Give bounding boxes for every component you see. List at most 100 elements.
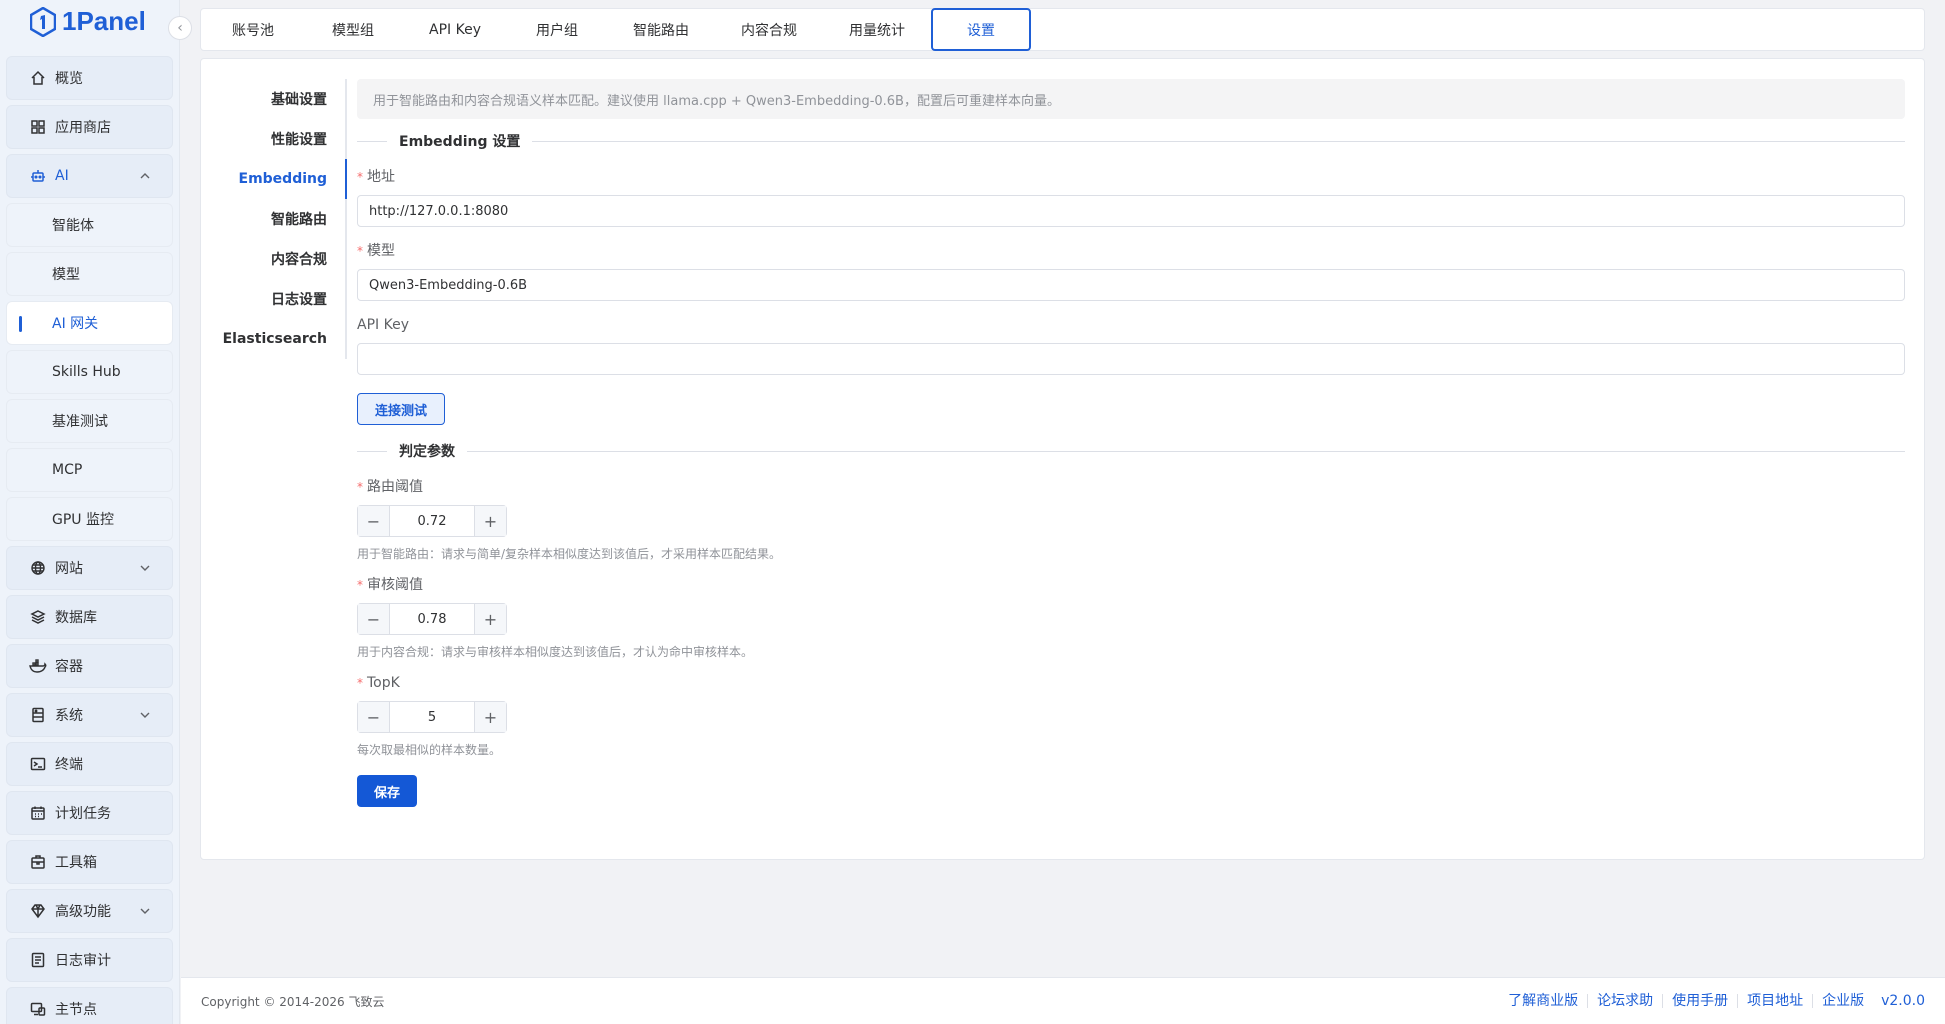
decrease-button[interactable]: − xyxy=(358,506,390,536)
model-label: * 模型 xyxy=(357,243,395,259)
subnav-item-3[interactable]: 智能路由 xyxy=(201,199,345,239)
sidebar-item-18[interactable]: 日志审计 xyxy=(6,938,173,982)
calendar-icon xyxy=(29,804,47,822)
sidebar-menu: 概览应用商店 AI 智能体模型 AI 网关 Skills Hub 基准测试 MCP GPU 监… xyxy=(6,56,173,1024)
subnav-item-6[interactable]: Elasticsearch xyxy=(201,319,345,359)
sidebar-item-19[interactable]: 主节点 xyxy=(6,987,173,1024)
footer: Copyright © 2014-2026 飞致云 了解商业版 论坛求助 使用手… xyxy=(181,977,1945,1024)
globe-icon xyxy=(29,559,47,577)
tab-7[interactable]: 设置 xyxy=(930,8,1031,51)
brand-logo[interactable]: 1Panel xyxy=(30,6,146,37)
chevron-down-icon xyxy=(140,712,150,718)
sidebar-item-10[interactable]: 网站 xyxy=(6,546,173,590)
top-tabs: 账号池 模型组 API Key 用户组 智能路由 内容合规 用量统计 设置 xyxy=(200,8,1925,51)
sidebar-item-11[interactable]: 数据库 xyxy=(6,595,173,639)
sidebar-item-14[interactable]: 终端 xyxy=(6,742,173,786)
audit-threshold-help: 用于内容合规：请求与审核样本相似度达到该值后，才认为命中审核样本。 xyxy=(357,645,754,659)
tab-4[interactable]: 智能路由 xyxy=(607,8,715,51)
sidebar-item-5[interactable]: AI 网关 xyxy=(6,301,173,345)
tab-1[interactable]: 模型组 xyxy=(303,8,403,51)
sidebar-item-12[interactable]: 容器 xyxy=(6,644,173,688)
server-icon xyxy=(29,706,47,724)
chevron-up-icon xyxy=(140,173,150,179)
audit-threshold-value[interactable]: 0.78 xyxy=(390,612,474,627)
chevron-down-icon xyxy=(140,908,150,914)
footer-link[interactable]: 企业版 xyxy=(1812,994,1873,1008)
address-input[interactable]: http://127.0.0.1:8080 xyxy=(357,195,1905,227)
sidebar-item-13[interactable]: 系统 xyxy=(6,693,173,737)
sidebar-item-3[interactable]: 智能体 xyxy=(6,203,173,247)
sidebar-item-4[interactable]: 模型 xyxy=(6,252,173,296)
sidebar-item-label: GPU 监控 xyxy=(52,512,114,528)
sidebar-item-1[interactable]: 应用商店 xyxy=(6,105,173,149)
footer-link[interactable]: 使用手册 xyxy=(1662,994,1737,1008)
sidebar-item-6[interactable]: Skills Hub xyxy=(6,350,173,394)
audit-threshold-stepper: − 0.78 + xyxy=(357,603,507,635)
required-mark: * xyxy=(357,244,363,258)
audit-threshold-label: * 审核阈值 xyxy=(357,577,423,593)
collapse-sidebar-button[interactable]: ‹ xyxy=(168,16,192,40)
sidebar-item-0[interactable]: 概览 xyxy=(6,56,173,100)
sidebar-item-label: 系统 xyxy=(55,708,83,724)
sidebar-item-label: MCP xyxy=(52,462,83,478)
copyright: Copyright © 2014-2026 飞致云 xyxy=(201,994,385,1009)
route-threshold-help: 用于智能路由：请求与简单/复杂样本相似度达到该值后，才采用样本匹配结果。 xyxy=(357,547,782,561)
subnav-item-0[interactable]: 基础设置 xyxy=(201,79,345,119)
section-divider-params: 判定参数 xyxy=(357,439,1905,463)
footer-link[interactable]: 项目地址 xyxy=(1737,994,1812,1008)
sidebar-item-label: 容器 xyxy=(55,659,83,675)
sidebar-item-2[interactable]: AI xyxy=(6,154,173,198)
sidebar-item-label: 概览 xyxy=(55,71,83,87)
sidebar-item-17[interactable]: 高级功能 xyxy=(6,889,173,933)
topk-value[interactable]: 5 xyxy=(390,710,474,725)
tab-2[interactable]: API Key xyxy=(403,8,507,51)
tab-0[interactable]: 账号池 xyxy=(203,8,303,51)
increase-button[interactable]: + xyxy=(474,506,506,536)
decrease-button[interactable]: − xyxy=(358,604,390,634)
increase-button[interactable]: + xyxy=(474,604,506,634)
log-icon xyxy=(29,951,47,969)
footer-link[interactable]: 论坛求助 xyxy=(1587,994,1662,1008)
decrease-button[interactable]: − xyxy=(358,702,390,732)
sidebar-item-15[interactable]: 计划任务 xyxy=(6,791,173,835)
model-input[interactable]: Qwen3-Embedding-0.6B xyxy=(357,269,1905,301)
sidebar-item-label: 数据库 xyxy=(55,610,97,626)
sidebar-item-label: 网站 xyxy=(55,561,83,577)
brand-name: 1Panel xyxy=(62,6,146,36)
sidebar-item-label: 工具箱 xyxy=(55,855,97,871)
required-mark: * xyxy=(357,578,363,592)
sidebar-item-label: 模型 xyxy=(52,267,80,283)
sidebar: 1Panel ‹ 概览应用商店 AI 智能体模型 AI 网关 Skills Hub 基准测… xyxy=(0,0,192,1024)
apikey-input[interactable] xyxy=(357,343,1905,375)
sidebar-item-label: Skills Hub xyxy=(52,364,121,380)
increase-button[interactable]: + xyxy=(474,702,506,732)
sidebar-item-16[interactable]: 工具箱 xyxy=(6,840,173,884)
route-threshold-value[interactable]: 0.72 xyxy=(390,514,474,529)
tab-3[interactable]: 用户组 xyxy=(507,8,607,51)
subnav-item-4[interactable]: 内容合规 xyxy=(201,239,345,279)
footer-links: 了解商业版 论坛求助 使用手册 项目地址 企业版 v2.0.0 xyxy=(1499,993,1925,1009)
info-alert: 用于智能路由和内容合规语义样本匹配。建议使用 llama.cpp + Qwen3… xyxy=(357,79,1905,119)
toolbox-icon xyxy=(29,853,47,871)
chevron-left-icon: ‹ xyxy=(177,20,183,36)
subnav-item-1[interactable]: 性能设置 xyxy=(201,119,345,159)
topk-label: * TopK xyxy=(357,675,400,691)
subnav-item-5[interactable]: 日志设置 xyxy=(201,279,345,319)
route-threshold-stepper: − 0.72 + xyxy=(357,505,507,537)
sidebar-item-7[interactable]: 基准测试 xyxy=(6,399,173,443)
footer-link[interactable]: 了解商业版 xyxy=(1499,994,1587,1008)
topk-help: 每次取最相似的样本数量。 xyxy=(357,743,502,757)
sidebar-item-label: 日志审计 xyxy=(55,953,111,969)
sidebar-item-label: 应用商店 xyxy=(55,120,111,136)
connection-test-button[interactable]: 连接测试 xyxy=(357,393,445,425)
save-button[interactable]: 保存 xyxy=(357,775,417,807)
tab-6[interactable]: 用量统计 xyxy=(823,8,931,51)
diamond-icon xyxy=(29,902,47,920)
subnav-item-2[interactable]: Embedding xyxy=(201,159,347,199)
sidebar-item-8[interactable]: MCP xyxy=(6,448,173,492)
sidebar-item-label: 高级功能 xyxy=(55,904,111,920)
node-icon xyxy=(29,1000,47,1018)
tab-5[interactable]: 内容合规 xyxy=(715,8,823,51)
required-mark: * xyxy=(357,480,363,494)
sidebar-item-9[interactable]: GPU 监控 xyxy=(6,497,173,541)
